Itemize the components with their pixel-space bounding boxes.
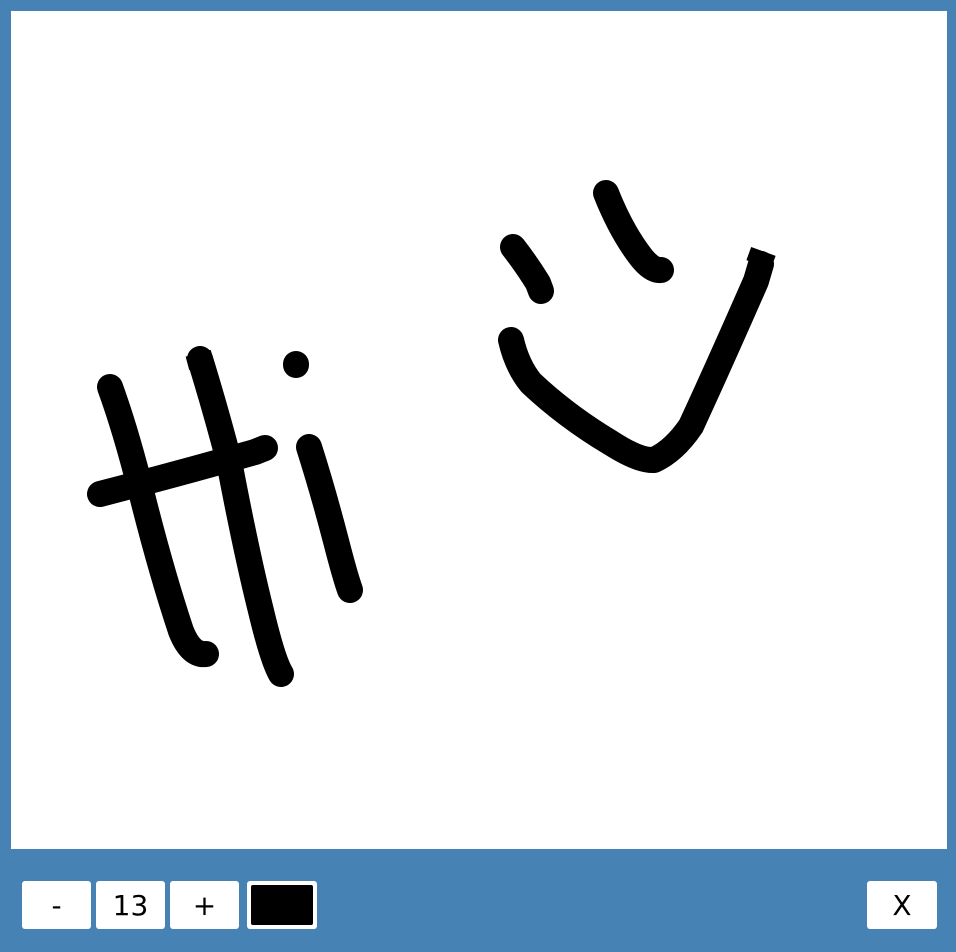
close-button[interactable]: X [867, 881, 937, 929]
stroke-h-left [97, 374, 219, 668]
drawing-app: - 13 + X [0, 0, 956, 952]
drawing-canvas[interactable] [11, 11, 947, 849]
stroke-i-stem [296, 434, 363, 603]
increase-brush-size-button[interactable]: + [170, 881, 239, 929]
toolbar: - 13 + X [0, 849, 956, 952]
stroke-h-right [187, 346, 294, 687]
stroke-right-eye [593, 180, 674, 284]
decrease-brush-size-button[interactable]: - [22, 881, 91, 929]
drawing-surface[interactable] [11, 11, 947, 849]
ink-strokes [87, 180, 774, 687]
selected-color-swatch [251, 885, 313, 925]
stroke-left-eye [500, 234, 554, 304]
stroke-caps [185, 246, 776, 371]
color-picker-button[interactable] [247, 881, 317, 929]
brush-size-display: 13 [96, 881, 165, 929]
